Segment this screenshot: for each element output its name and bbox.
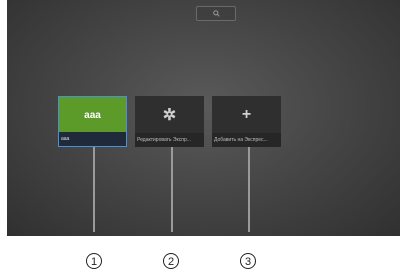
callout-line-3 <box>248 147 250 232</box>
add-speed-dial-tile[interactable]: + Добавить на Экспрес... <box>212 96 281 147</box>
edit-speed-dial-tile[interactable]: ✲ Редактировать Экспр... <box>135 96 204 147</box>
search-field[interactable] <box>196 6 236 21</box>
plus-icon: + <box>241 105 252 123</box>
speed-dial-page: aaa aaa ✲ Редактировать Экспр... + Добав… <box>7 0 400 236</box>
callout-marker-2: 2 <box>163 253 179 269</box>
tile-thumbnail: aaa <box>59 97 126 134</box>
tile-caption: Редактировать Экспр... <box>135 133 204 147</box>
callout-line-2 <box>171 147 173 232</box>
callout-marker-1: 1 <box>86 253 102 269</box>
callout-marker-3: 3 <box>240 253 256 269</box>
tile-thumbnail: + <box>212 96 281 133</box>
search-icon <box>212 10 220 17</box>
tile-caption: aaa <box>59 132 126 146</box>
gear-icon: ✲ <box>162 106 177 124</box>
speed-dial-tile-aaa[interactable]: aaa aaa <box>58 96 127 147</box>
callout-line-1 <box>93 147 95 232</box>
tile-caption: Добавить на Экспрес... <box>212 133 281 147</box>
tile-thumbnail: ✲ <box>135 96 204 133</box>
